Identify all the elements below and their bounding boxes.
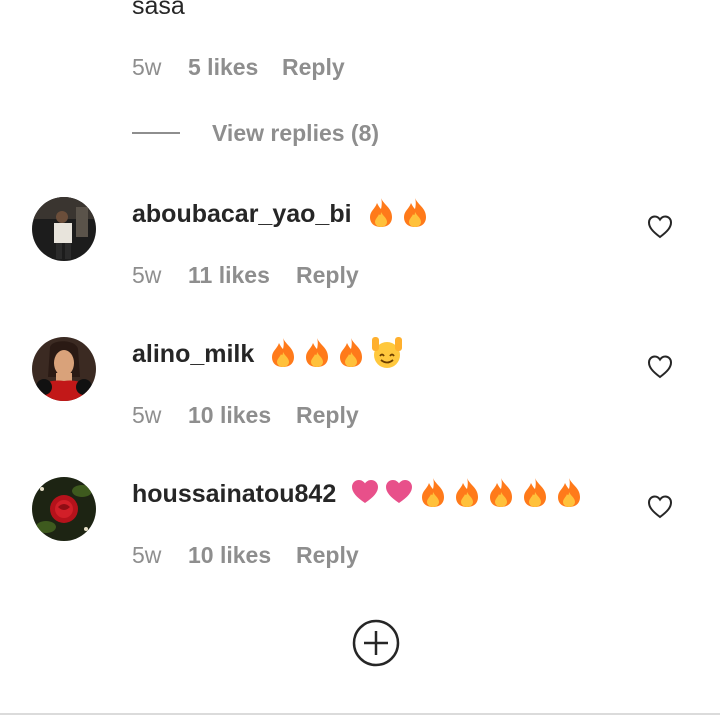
heart-outline-icon (647, 495, 673, 519)
view-replies-button[interactable]: View replies (8) (212, 120, 379, 147)
comment-meta: 5w 10 likes Reply (132, 542, 532, 570)
comment-time: 5w (132, 402, 162, 428)
avatar-image (32, 337, 96, 401)
avatar[interactable] (32, 197, 96, 261)
fire-emoji-icon (418, 476, 448, 513)
reply-button[interactable]: Reply (296, 402, 359, 428)
username[interactable]: houssainatou842 (132, 480, 336, 509)
reply-button[interactable]: Reply (296, 262, 359, 288)
heart-emoji-icon (384, 478, 414, 511)
comment-header: houssainatou842 (132, 476, 584, 512)
like-button[interactable] (646, 213, 674, 241)
comment-meta: 5w 5 likes Reply (132, 54, 532, 82)
heart-outline-icon (647, 355, 673, 379)
likes-link[interactable]: 11 likes (188, 262, 270, 288)
like-button[interactable] (646, 493, 674, 521)
comment-header: aboubacar_yao_bi (132, 196, 430, 232)
fire-emoji-icon (520, 476, 550, 513)
fire-emoji-icon (452, 476, 482, 513)
fire-emoji-icon (366, 196, 396, 233)
comment-meta: 5w 10 likes Reply (132, 402, 532, 430)
likes-link[interactable]: 10 likes (188, 542, 271, 568)
heart-emoji-icon (350, 478, 380, 511)
fire-emoji-icon (268, 336, 298, 373)
raising-hands-emoji-icon (370, 335, 404, 374)
fire-emoji-icon (302, 336, 332, 373)
reply-button[interactable]: Reply (282, 54, 345, 80)
username[interactable]: aboubacar_yao_bi (132, 200, 352, 229)
fire-emoji-icon (400, 196, 430, 233)
likes-link[interactable]: 10 likes (188, 402, 271, 428)
comment-time: 5w (132, 542, 162, 568)
comment-header: alino_milk (132, 336, 404, 372)
plus-circle-icon (352, 619, 400, 667)
comment-time: 5w (132, 262, 162, 288)
avatar[interactable] (32, 477, 96, 541)
avatar[interactable] (32, 337, 96, 401)
like-button[interactable] (646, 353, 674, 381)
comment-meta: 5w 11 likes Reply (132, 262, 532, 290)
comment-text-fragment: sasa (132, 0, 185, 20)
fire-emoji-icon (336, 336, 366, 373)
reply-button[interactable]: Reply (296, 542, 359, 568)
heart-outline-icon (647, 215, 673, 239)
avatar-image (32, 477, 96, 541)
username[interactable]: alino_milk (132, 340, 254, 369)
fire-emoji-icon (554, 476, 584, 513)
comment-time: 5w (132, 54, 162, 80)
likes-link[interactable]: 5 likes (188, 54, 258, 80)
replies-divider (132, 132, 180, 134)
load-more-button[interactable] (351, 618, 401, 668)
avatar-image (32, 197, 96, 261)
fire-emoji-icon (486, 476, 516, 513)
